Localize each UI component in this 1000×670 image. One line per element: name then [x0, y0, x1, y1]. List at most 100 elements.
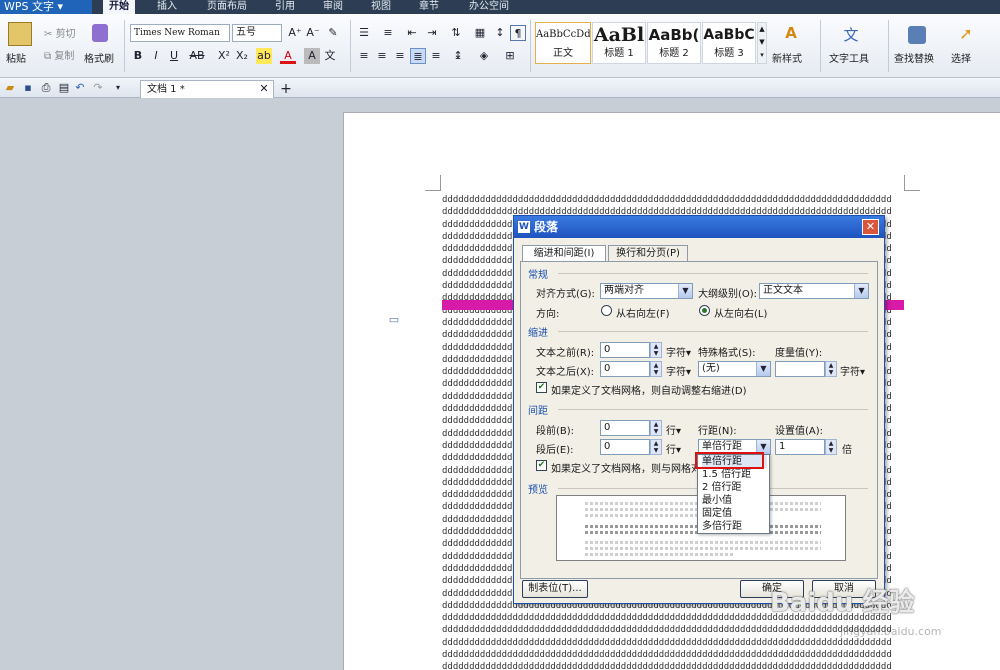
- chevron-down-icon[interactable]: ▼: [678, 284, 692, 298]
- char-shading-icon[interactable]: A: [304, 48, 320, 64]
- option-single[interactable]: 单倍行距: [702, 455, 767, 468]
- close-tab-icon[interactable]: ✕: [256, 81, 272, 97]
- superscript-icon[interactable]: X²: [216, 48, 232, 64]
- save-icon[interactable]: ▪: [20, 80, 36, 96]
- grow-font-icon[interactable]: A⁺: [287, 25, 303, 41]
- after-text-input[interactable]: 0: [600, 361, 650, 377]
- align-right-icon[interactable]: ≡: [392, 48, 408, 64]
- text-tools-button[interactable]: 文字工具: [829, 50, 869, 65]
- sort-icon[interactable]: ↕: [492, 25, 508, 41]
- copy-button[interactable]: ⧉ 复制: [44, 47, 74, 62]
- space-after-input[interactable]: 0: [600, 439, 650, 455]
- italic-icon[interactable]: I: [148, 48, 164, 64]
- radio-rtl[interactable]: [601, 305, 612, 316]
- shading-icon[interactable]: ◈: [476, 48, 492, 64]
- text-tools-icon[interactable]: 文: [840, 24, 862, 44]
- before-text-input[interactable]: 0: [600, 342, 650, 358]
- style-heading-2[interactable]: AaBb( 标题 2: [647, 22, 701, 64]
- align-left-icon[interactable]: ≡: [356, 48, 372, 64]
- justify-icon[interactable]: ≣: [410, 48, 426, 64]
- option-at-least[interactable]: 最小值: [702, 494, 767, 507]
- paste-label[interactable]: 粘贴: [6, 50, 26, 65]
- undo-icon[interactable]: ↶: [72, 80, 88, 96]
- stepper-icon[interactable]: ▲ ▼: [825, 361, 837, 377]
- subscript-icon[interactable]: X₂: [234, 48, 250, 64]
- bold-icon[interactable]: B: [130, 48, 146, 64]
- stepper-icon[interactable]: ▲ ▼: [650, 420, 662, 436]
- chevron-down-icon[interactable]: ▼: [756, 440, 770, 454]
- new-tab-icon[interactable]: +: [278, 81, 294, 97]
- outline-level-select[interactable]: 正文文本: [759, 283, 869, 299]
- measure-input[interactable]: [775, 361, 825, 377]
- cursor-icon[interactable]: ➚: [958, 24, 974, 44]
- close-icon[interactable]: ✕: [862, 219, 879, 235]
- phonetic-icon[interactable]: 文: [322, 48, 338, 64]
- borders-icon[interactable]: ⊞: [502, 48, 518, 64]
- stepper-icon[interactable]: ▲ ▼: [650, 439, 662, 455]
- unit-chars[interactable]: 字符▾: [840, 363, 865, 378]
- menu-tab-view[interactable]: 视图: [364, 0, 398, 14]
- stepper-icon[interactable]: ▲ ▼: [650, 361, 662, 377]
- space-before-input[interactable]: 0: [600, 420, 650, 436]
- highlight-icon[interactable]: ab: [256, 48, 272, 64]
- tab-stops-button[interactable]: 制表位(T)...: [522, 580, 588, 598]
- app-menu-button[interactable]: WPS 文字 ▾: [0, 0, 92, 14]
- document-line[interactable]: dddddddddddddddddddddddddddddddddddddddd…: [442, 661, 904, 670]
- style-normal[interactable]: AaBbCcDd 正文: [535, 22, 591, 64]
- new-style-icon[interactable]: A: [780, 24, 802, 44]
- menu-tab-layout[interactable]: 页面布局: [200, 0, 254, 14]
- new-style-button[interactable]: 新样式: [772, 50, 802, 65]
- decrease-indent-icon[interactable]: ⇤: [404, 25, 420, 41]
- stepper-icon[interactable]: ▲ ▼: [825, 439, 837, 455]
- grid-align-checkbox[interactable]: ✔: [536, 460, 547, 471]
- option-multiple[interactable]: 多倍行距: [702, 520, 767, 533]
- style-heading-3[interactable]: AaBbC 标题 3: [702, 22, 756, 64]
- font-name-select[interactable]: Times New Roman: [130, 24, 230, 42]
- cut-button[interactable]: ✂ 剪切: [44, 25, 76, 40]
- dialog-title-bar[interactable]: 段落: [514, 216, 884, 238]
- bullets-icon[interactable]: ☰: [356, 25, 372, 41]
- line-spacing-icon[interactable]: ↨: [450, 48, 466, 64]
- clear-format-icon[interactable]: ✎: [325, 25, 341, 41]
- document-line[interactable]: dddddddddddddddddddddddddddddddddddddddd…: [442, 649, 904, 661]
- option-double[interactable]: 2 倍行距: [702, 481, 767, 494]
- grid-indent-checkbox[interactable]: ✔: [536, 382, 547, 393]
- format-painter-label[interactable]: 格式刷: [84, 50, 114, 65]
- option-1-5[interactable]: 1.5 倍行距: [702, 468, 767, 481]
- select-button[interactable]: 选择: [951, 50, 971, 65]
- paragraph-handle-icon[interactable]: ▭: [386, 312, 402, 328]
- unit-lines[interactable]: 行▾: [666, 422, 681, 437]
- underline-icon[interactable]: U: [166, 48, 182, 64]
- chevron-down-icon[interactable]: ▼: [854, 284, 868, 298]
- table-icon[interactable]: ▦: [472, 25, 488, 41]
- menu-tab-insert[interactable]: 插入: [150, 0, 184, 14]
- styles-scroll[interactable]: ▲ ▼ ▾: [757, 22, 767, 64]
- chevron-down-icon[interactable]: ▼: [756, 362, 770, 376]
- print-preview-icon[interactable]: ▤: [56, 80, 72, 96]
- menu-tab-home[interactable]: 开始: [103, 0, 135, 14]
- find-replace-button[interactable]: 查找替换: [894, 50, 934, 65]
- strikethrough-icon[interactable]: AB: [186, 48, 208, 64]
- customize-chevron-icon[interactable]: ▾: [110, 80, 126, 96]
- numbering-icon[interactable]: ≡: [380, 25, 396, 41]
- shrink-font-icon[interactable]: A⁻: [305, 25, 321, 41]
- unit-lines[interactable]: 行▾: [666, 441, 681, 456]
- menu-tab-office-space[interactable]: 办公空间: [462, 0, 516, 14]
- distribute-icon[interactable]: ≡: [428, 48, 444, 64]
- tab-indent-spacing[interactable]: 缩进和间距(I): [522, 245, 606, 262]
- align-center-icon[interactable]: ≡: [374, 48, 390, 64]
- print-icon[interactable]: ⎙: [38, 80, 54, 96]
- unit-chars[interactable]: 字符▾: [666, 344, 691, 359]
- font-color-icon[interactable]: A: [280, 48, 296, 64]
- format-painter-icon[interactable]: [92, 24, 108, 42]
- binoculars-icon[interactable]: [908, 26, 926, 44]
- show-marks-icon[interactable]: ¶: [510, 25, 526, 41]
- document-tab[interactable]: 文档 1 *: [140, 80, 274, 98]
- tab-line-page-breaks[interactable]: 换行和分页(P): [608, 245, 688, 262]
- menu-tab-references[interactable]: 引用: [268, 0, 302, 14]
- radio-ltr[interactable]: [699, 305, 710, 316]
- paste-icon[interactable]: [8, 22, 32, 46]
- menu-tab-chapter[interactable]: 章节: [412, 0, 446, 14]
- open-folder-icon[interactable]: ▰: [2, 80, 18, 96]
- increase-indent-icon[interactable]: ⇥: [424, 25, 440, 41]
